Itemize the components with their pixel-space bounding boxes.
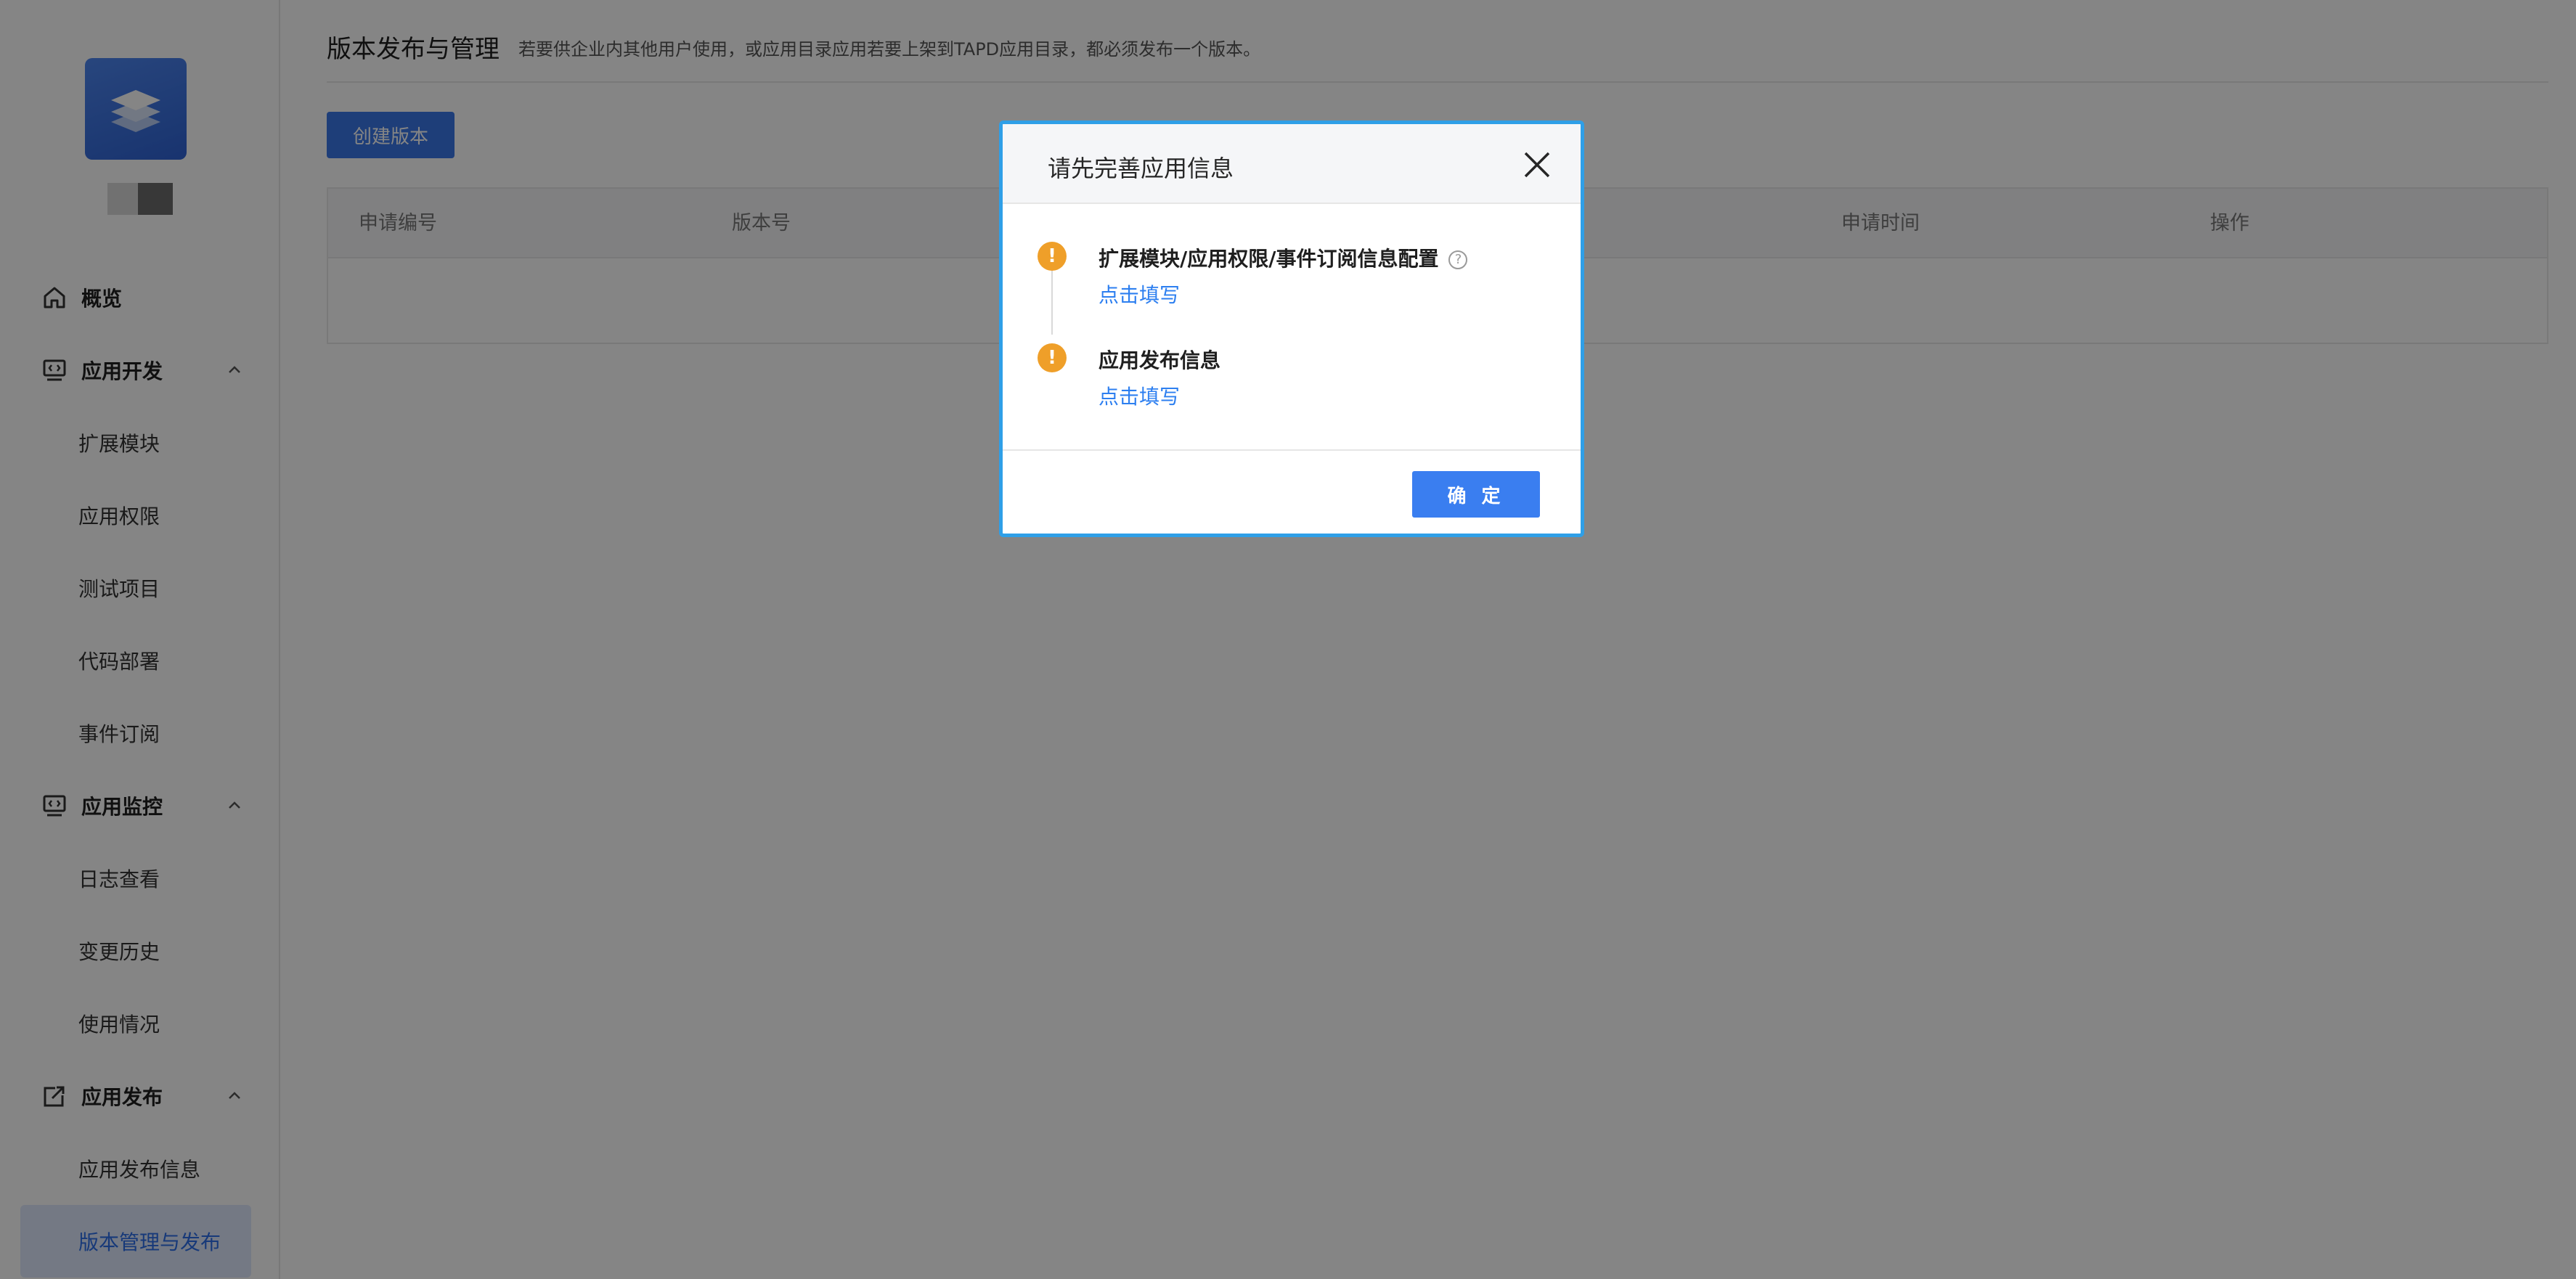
step-connector [1051, 266, 1053, 335]
warning-icon: ! [1038, 242, 1067, 271]
complete-info-dialog: 请先完善应用信息 ! 扩展模块/应用权限/事件订阅信息配置? 点击填写 ! 应用… [999, 120, 1584, 537]
step-title: 扩展模块/应用权限/事件订阅信息配置? [1099, 243, 1468, 272]
dialog-header: 请先完善应用信息 [1003, 124, 1581, 204]
fill-in-link[interactable]: 点击填写 [1099, 381, 1180, 410]
help-icon[interactable]: ? [1448, 250, 1468, 269]
dialog-footer: 确 定 [1003, 451, 1581, 534]
close-icon[interactable] [1523, 150, 1552, 179]
dialog-body: ! 扩展模块/应用权限/事件订阅信息配置? 点击填写 ! 应用发布信息 点击填写 [1003, 204, 1581, 451]
dialog-title: 请先完善应用信息 [1048, 155, 1234, 182]
step-title: 应用发布信息 [1099, 348, 1221, 372]
fill-in-link[interactable]: 点击填写 [1099, 279, 1180, 308]
warning-icon: ! [1038, 343, 1067, 372]
app-root: 概览 应用开发 扩展模块 应用权限 测试项目 代码部署 事件订阅 应用监控 日志… [0, 0, 2576, 1279]
confirm-button[interactable]: 确 定 [1412, 471, 1540, 518]
step-title-text: 扩展模块/应用权限/事件订阅信息配置 [1099, 247, 1439, 271]
